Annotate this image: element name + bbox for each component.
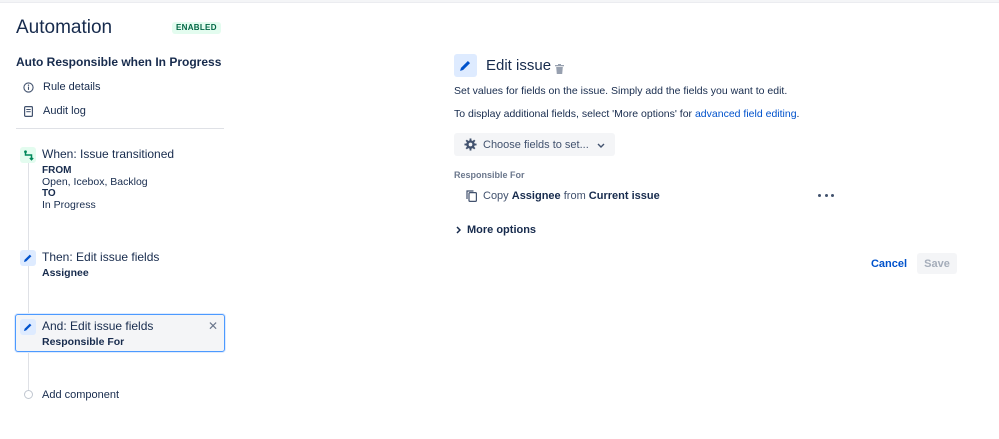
action-component-responsible[interactable]: And: Edit issue fields Responsible For: [20, 319, 200, 351]
add-component-dot: [24, 390, 33, 399]
to-label: TO: [42, 188, 56, 199]
save-button[interactable]: Save: [917, 253, 957, 274]
close-icon[interactable]: ✕: [207, 320, 219, 332]
rule-details-label: Rule details: [43, 81, 101, 93]
trash-icon[interactable]: [555, 61, 564, 74]
trigger-component[interactable]: When: Issue transitioned FROM Open, Iceb…: [20, 147, 220, 213]
copy-middle: from: [563, 190, 586, 202]
editor-title: Edit issue: [486, 57, 552, 74]
more-actions-icon[interactable]: [818, 188, 834, 202]
more-options-toggle[interactable]: More options: [456, 224, 536, 236]
trigger-title: When: Issue transitioned: [42, 147, 175, 161]
copy-field-name: Assignee: [511, 190, 561, 202]
choose-fields-label: Choose fields to set...: [483, 138, 589, 151]
chevron-right-icon: [456, 226, 461, 234]
editor-description: Set values for fields on the issue. Simp…: [454, 85, 788, 97]
action2-title: And: Edit issue fields: [42, 319, 154, 333]
status-badge: ENABLED: [172, 22, 221, 34]
copy-icon: [466, 190, 477, 202]
from-value: Open, Icebox, Backlog: [42, 176, 148, 188]
audit-log-link[interactable]: Audit log: [22, 102, 86, 120]
action2-subtitle: Responsible For: [42, 336, 125, 348]
advanced-field-editing-link[interactable]: advanced field editing: [695, 108, 797, 120]
copy-source: Current issue: [588, 190, 660, 202]
rule-name: Auto Responsible when In Progress: [16, 55, 222, 69]
action1-title: Then: Edit issue fields: [42, 250, 160, 264]
from-label: FROM: [42, 165, 72, 176]
divider: [16, 128, 224, 129]
transition-icon: [20, 147, 36, 163]
pencil-icon: [20, 319, 36, 335]
document-icon: [22, 105, 34, 117]
more-info-suffix: .: [796, 108, 800, 120]
cancel-button[interactable]: Cancel: [867, 253, 911, 274]
copy-field-row[interactable]: Copy Assignee from Current issue: [466, 188, 660, 204]
action-component-assignee[interactable]: Then: Edit issue fields Assignee: [20, 250, 220, 282]
more-options-label: More options: [467, 224, 537, 236]
pencil-icon: [454, 54, 477, 77]
page-title: Automation: [16, 17, 113, 38]
more-info-prefix: To display additional fields, select 'Mo…: [454, 108, 695, 120]
action1-subtitle: Assignee: [42, 267, 89, 279]
audit-log-label: Audit log: [43, 105, 86, 117]
field-label: Responsible For: [454, 170, 525, 180]
gear-icon: [464, 138, 477, 151]
copy-prefix: Copy: [483, 190, 509, 202]
more-info-text: To display additional fields, select 'Mo…: [454, 108, 799, 120]
rule-details-link[interactable]: Rule details: [22, 78, 100, 96]
info-icon: [22, 81, 34, 93]
chevron-down-icon: [597, 139, 605, 151]
pencil-icon: [20, 250, 36, 266]
to-value: In Progress: [42, 199, 96, 211]
choose-fields-button[interactable]: Choose fields to set...: [454, 133, 615, 156]
top-border: [0, 0, 999, 3]
add-component-link[interactable]: Add component: [42, 389, 119, 401]
